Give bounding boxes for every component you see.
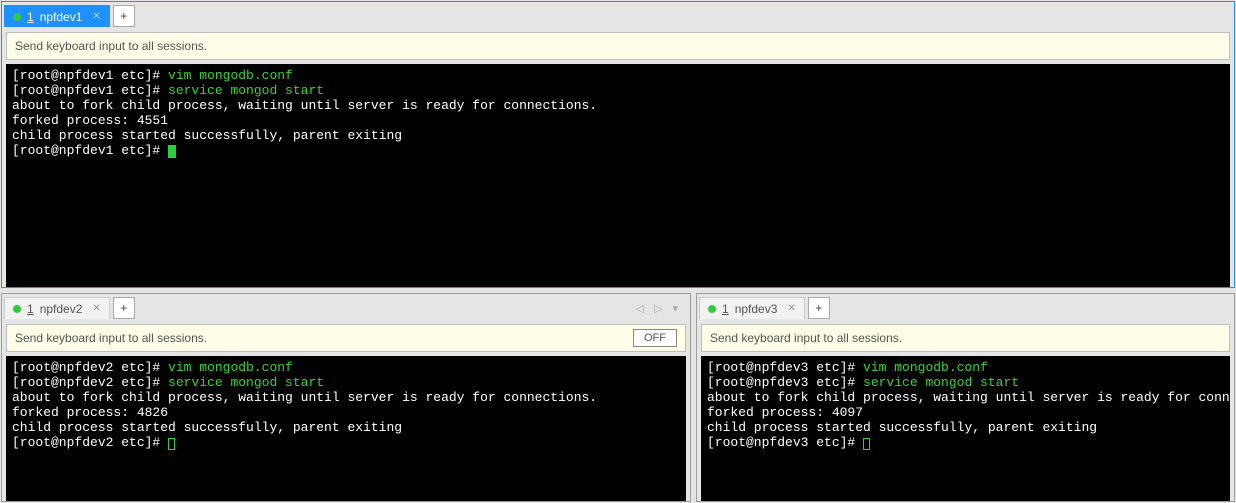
prompt: [root@npfdev2 etc]#	[12, 435, 168, 450]
tab-label: npfdev2	[40, 302, 83, 316]
prompt: [root@npfdev2 etc]#	[12, 360, 168, 375]
pane-npfdev2: 1 npfdev2 ✕ + ◁ ▷ ▾ Send keyboard input …	[1, 293, 691, 502]
tab-number: 1	[27, 10, 34, 24]
prompt: [root@npfdev3 etc]#	[707, 360, 863, 375]
cmd: vim mongodb.conf	[863, 360, 988, 375]
out: forked process: 4551	[12, 113, 168, 128]
terminal-output[interactable]: [root@npfdev2 etc]# vim mongodb.conf [ro…	[6, 356, 686, 501]
tabstrip: 1 npfdev1 ✕ +	[2, 2, 1234, 28]
tab-npfdev2[interactable]: 1 npfdev2 ✕	[4, 297, 110, 319]
add-tab-button[interactable]: +	[808, 297, 830, 319]
tab-menu-icon[interactable]: ▾	[672, 302, 678, 315]
terminal-output[interactable]: [root@npfdev1 etc]# vim mongodb.conf [ro…	[6, 64, 1230, 287]
broadcast-placeholder: Send keyboard input to all sessions.	[15, 331, 207, 345]
tabstrip: 1 npfdev2 ✕ + ◁ ▷ ▾	[2, 294, 690, 320]
out: forked process: 4826	[12, 405, 168, 420]
cmd: service mongod start	[168, 375, 324, 390]
pane-npfdev1: 1 npfdev1 ✕ + Send keyboard input to all…	[1, 1, 1235, 288]
cmd: vim mongodb.conf	[168, 360, 293, 375]
cursor-icon	[168, 438, 175, 450]
broadcast-input[interactable]: Send keyboard input to all sessions.	[701, 324, 1230, 352]
broadcast-off-button[interactable]: OFF	[633, 329, 677, 347]
tab-label: npfdev3	[735, 302, 778, 316]
cursor-icon	[863, 438, 870, 450]
prompt: [root@npfdev1 etc]#	[12, 68, 168, 83]
tab-number: 1	[27, 302, 34, 316]
status-dot-icon	[13, 13, 21, 21]
status-dot-icon	[708, 305, 716, 313]
broadcast-placeholder: Send keyboard input to all sessions.	[15, 39, 207, 53]
add-tab-button[interactable]: +	[113, 5, 135, 27]
prompt: [root@npfdev1 etc]#	[12, 83, 168, 98]
out: about to fork child process, waiting unt…	[12, 98, 597, 113]
tab-prev-icon[interactable]: ◁	[636, 302, 644, 315]
prompt: [root@npfdev1 etc]#	[12, 143, 168, 158]
status-dot-icon	[13, 305, 21, 313]
out: about to fork child process, waiting unt…	[12, 390, 597, 405]
out: child process started successfully, pare…	[707, 420, 1097, 435]
close-icon[interactable]: ✕	[92, 303, 100, 314]
cmd: vim mongodb.conf	[168, 68, 293, 83]
tab-npfdev1[interactable]: 1 npfdev1 ✕	[4, 5, 110, 27]
cmd: service mongod start	[863, 375, 1019, 390]
tab-npfdev3[interactable]: 1 npfdev3 ✕	[699, 297, 805, 319]
pane-npfdev3: 1 npfdev3 ✕ + Send keyboard input to all…	[696, 293, 1235, 502]
broadcast-placeholder: Send keyboard input to all sessions.	[710, 331, 902, 345]
close-icon[interactable]: ✕	[787, 303, 795, 314]
cursor-icon	[168, 145, 176, 158]
out: forked process: 4097	[707, 405, 863, 420]
cmd: service mongod start	[168, 83, 324, 98]
tab-number: 1	[722, 302, 729, 316]
prompt: [root@npfdev2 etc]#	[12, 375, 168, 390]
out: child process started successfully, pare…	[12, 420, 402, 435]
broadcast-input[interactable]: Send keyboard input to all sessions.	[6, 32, 1230, 60]
tab-next-icon[interactable]: ▷	[654, 302, 662, 315]
prompt: [root@npfdev3 etc]#	[707, 375, 863, 390]
tabstrip: 1 npfdev3 ✕ +	[697, 294, 1234, 320]
terminal-output[interactable]: [root@npfdev3 etc]# vim mongodb.conf [ro…	[701, 356, 1230, 501]
broadcast-input[interactable]: Send keyboard input to all sessions. OFF	[6, 324, 686, 352]
add-tab-button[interactable]: +	[113, 297, 135, 319]
prompt: [root@npfdev3 etc]#	[707, 435, 863, 450]
tab-label: npfdev1	[40, 10, 83, 24]
tab-nav: ◁ ▷ ▾	[636, 302, 688, 315]
close-icon[interactable]: ✕	[92, 11, 100, 22]
out: about to fork child process, waiting unt…	[707, 390, 1230, 405]
out: child process started successfully, pare…	[12, 128, 402, 143]
